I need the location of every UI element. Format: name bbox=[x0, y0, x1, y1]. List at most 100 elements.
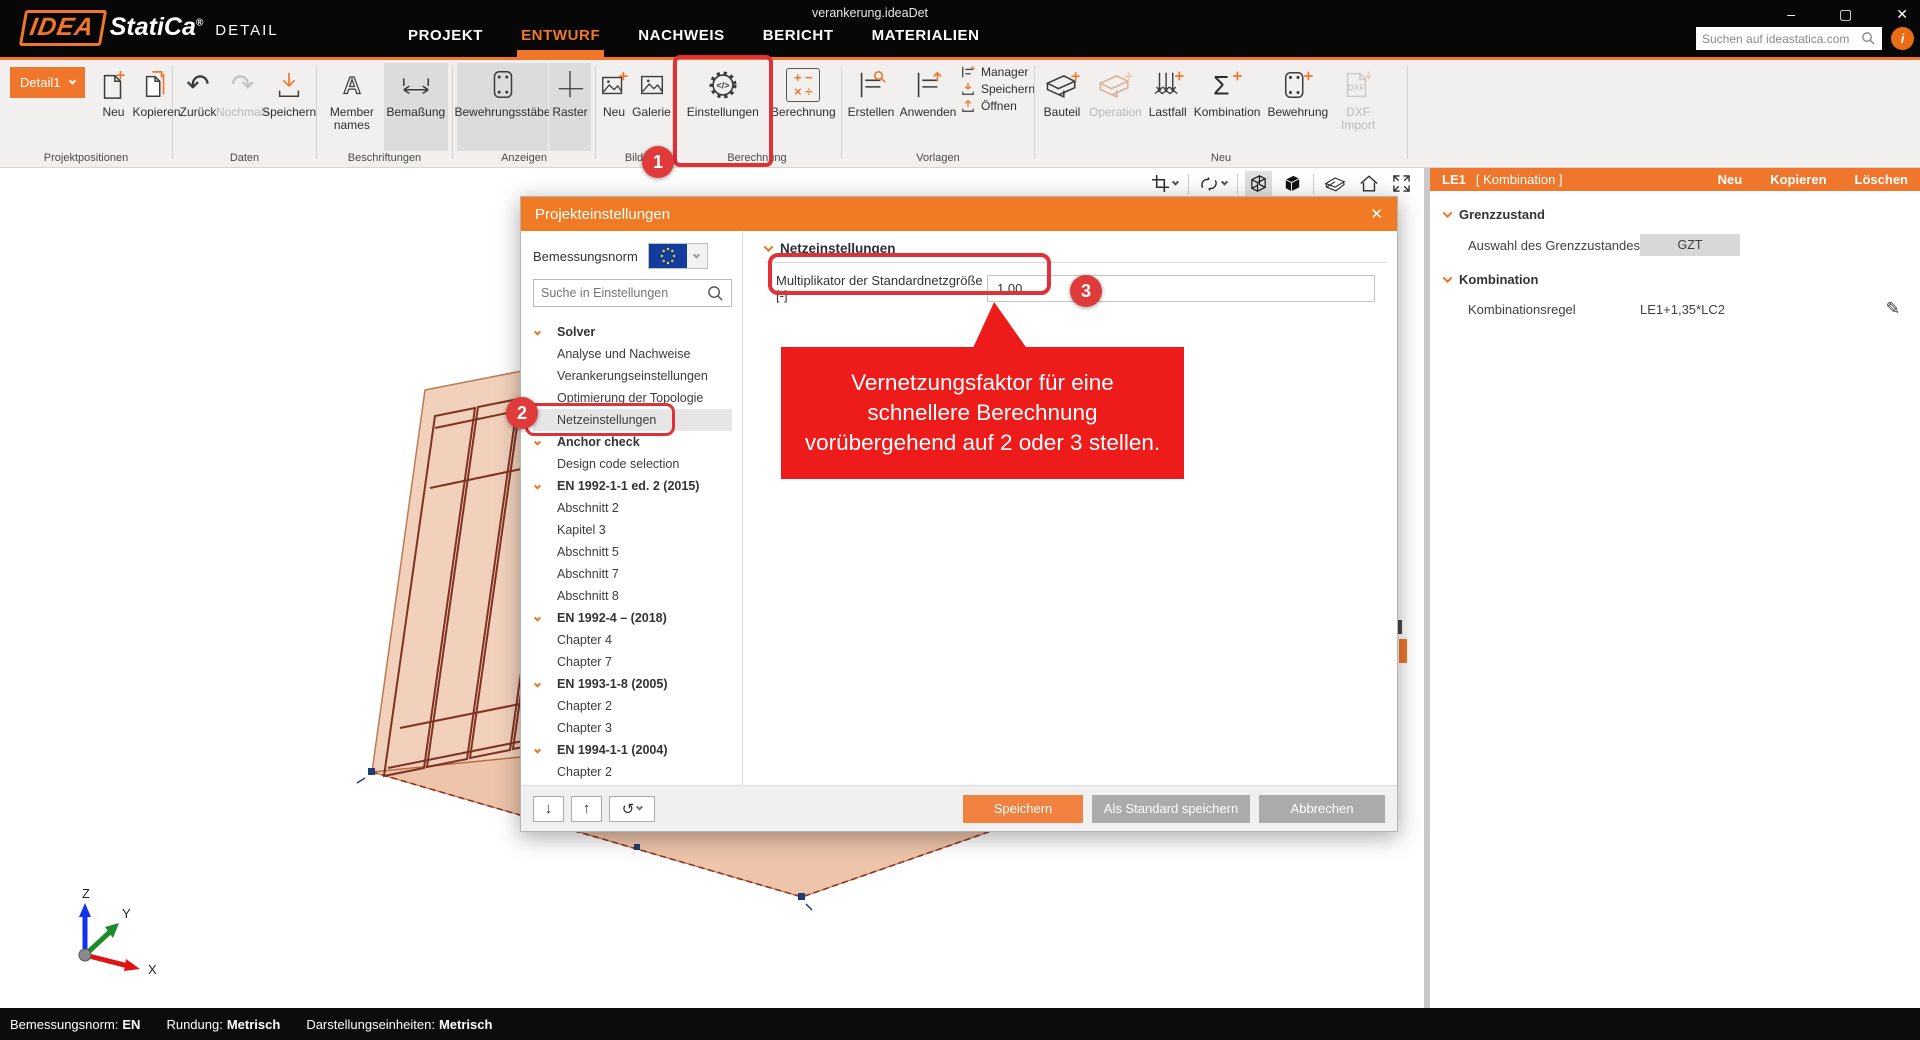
new-member-button[interactable]: Bauteil bbox=[1039, 63, 1085, 151]
web-search-box[interactable] bbox=[1696, 27, 1882, 50]
solid-view-button[interactable] bbox=[1279, 171, 1306, 196]
save-button[interactable]: Speichern bbox=[266, 63, 312, 151]
dxf-import-button: DXF DXF Import bbox=[1332, 63, 1384, 151]
load-case-copy-button[interactable]: Kopieren bbox=[1770, 172, 1826, 187]
dialog-save-button[interactable]: Speichern bbox=[963, 795, 1083, 823]
settings-search-box[interactable] bbox=[533, 279, 732, 307]
tree-item[interactable]: Kapitel 3 bbox=[533, 519, 732, 541]
dialog-left-pane: Bemessungsnorm SolverAnalyse und Nachwei… bbox=[521, 231, 743, 785]
new-picture-button[interactable]: Neu bbox=[597, 63, 631, 151]
new-load-case-button[interactable]: Lastfall bbox=[1146, 63, 1190, 151]
settings-search-input[interactable] bbox=[541, 286, 707, 300]
svg-text:A: A bbox=[343, 72, 361, 99]
menu-entwurf[interactable]: ENTWURF bbox=[521, 27, 600, 54]
member-names-toggle[interactable]: A Member names bbox=[321, 63, 383, 151]
menu-bericht[interactable]: BERICHT bbox=[763, 27, 834, 54]
tree-item[interactable]: Chapter 2 bbox=[533, 695, 732, 717]
reset-button[interactable]: ↺ bbox=[609, 796, 655, 822]
tree-item[interactable]: Abschnitt 8 bbox=[533, 585, 732, 607]
template-open-button[interactable]: Öffnen bbox=[960, 99, 1035, 113]
crop-tool-button[interactable] bbox=[1148, 172, 1181, 195]
web-search-input[interactable] bbox=[1702, 32, 1861, 46]
tree-item[interactable]: Chapter 2 bbox=[533, 761, 732, 783]
rebar-display-toggle[interactable]: Bewehrungsstäbe bbox=[457, 63, 548, 151]
ribbon-group-anzeigen: Bewehrungsstäbe Raster Anzeigen bbox=[453, 60, 595, 167]
calculate-button[interactable]: + −× ÷ Berechnung bbox=[770, 63, 837, 151]
section-view-button[interactable] bbox=[1321, 173, 1349, 194]
template-manager-button[interactable]: Manager bbox=[960, 65, 1035, 79]
close-button[interactable]: ✕ bbox=[1896, 6, 1908, 23]
template-apply-button[interactable]: Anwenden bbox=[899, 63, 957, 151]
dialog-cancel-button[interactable]: Abbrechen bbox=[1259, 795, 1385, 823]
tree-item[interactable]: EN 1992-1-1 ed. 2 (2015) bbox=[533, 475, 732, 497]
grid-toggle[interactable]: Raster bbox=[549, 63, 591, 151]
load-case-new-button[interactable]: Neu bbox=[1718, 172, 1743, 187]
restore-button[interactable]: ▢ bbox=[1839, 6, 1852, 23]
redo-icon: ↷ bbox=[231, 64, 254, 106]
chevron-down-icon bbox=[693, 251, 700, 258]
tree-item[interactable]: EN 1993-1-8 (2005) bbox=[533, 673, 732, 695]
template-search-icon bbox=[855, 64, 887, 106]
tree-item[interactable]: Solver bbox=[533, 321, 732, 343]
tree-item[interactable]: Abschnitt 2 bbox=[533, 497, 732, 519]
tree-item[interactable]: Optimierung der Topologie bbox=[533, 387, 732, 409]
titlebar: IDEA StatiCa® DETAIL verankerung.ideaDet… bbox=[0, 0, 1920, 57]
tree-item[interactable]: Anchor check bbox=[533, 431, 732, 453]
edit-pencil-icon[interactable]: ✎ bbox=[1886, 299, 1900, 319]
tree-item[interactable]: EN 1992-4 – (2018) bbox=[533, 607, 732, 629]
tree-item[interactable]: Chapter 3 bbox=[533, 717, 732, 739]
new-operation-button: Operation bbox=[1086, 63, 1145, 151]
limit-state-value-button[interactable]: GZT bbox=[1640, 234, 1740, 256]
menu-projekt[interactable]: PROJEKT bbox=[408, 27, 483, 54]
template-create-button[interactable]: Erstellen bbox=[844, 63, 898, 151]
settings-button[interactable]: 1 </> Einstellungen bbox=[677, 63, 769, 151]
tree-item[interactable]: Abschnitt 5 bbox=[533, 541, 732, 563]
wireframe-view-button[interactable] bbox=[1245, 171, 1272, 196]
new-combination-button[interactable]: Σ Kombination bbox=[1191, 63, 1264, 151]
load-arrows-icon bbox=[1150, 64, 1186, 106]
info-button[interactable]: i bbox=[1891, 27, 1914, 50]
mesh-multiplier-input[interactable] bbox=[987, 275, 1375, 302]
tree-item[interactable]: EN 1994-1-1 (2004) bbox=[533, 739, 732, 761]
tree-item[interactable]: Chapter 4 bbox=[533, 629, 732, 651]
tree-item[interactable]: Design code selection bbox=[533, 453, 732, 475]
dialog-close-button[interactable]: ✕ bbox=[1370, 205, 1383, 223]
design-code-dropdown[interactable] bbox=[648, 243, 708, 269]
solid-cube-icon bbox=[1282, 173, 1303, 194]
dialog-titlebar[interactable]: Projekteinstellungen ✕ bbox=[521, 197, 1397, 231]
chevron-down-icon bbox=[535, 479, 540, 493]
move-up-button[interactable]: ↑ bbox=[571, 796, 602, 822]
combination-section-header[interactable]: Kombination bbox=[1444, 272, 1906, 287]
undo-button[interactable]: ↶ Zurück bbox=[177, 63, 219, 151]
settings-gear-icon: </> bbox=[705, 64, 741, 106]
mesh-settings-header[interactable]: Netzeinstellungen bbox=[765, 241, 1387, 263]
save-as-default-button[interactable]: Als Standard speichern bbox=[1092, 795, 1250, 823]
gallery-button[interactable]: Galerie bbox=[632, 63, 671, 151]
home-view-button[interactable] bbox=[1356, 172, 1382, 195]
dialog-footer: ↓ ↑ ↺ Speichern Als Standard speichern A… bbox=[521, 785, 1397, 831]
move-down-button[interactable]: ↓ bbox=[533, 796, 564, 822]
annotation-callout: Vernetzungsfaktor für eine schnellere Be… bbox=[781, 347, 1184, 479]
rotate-view-button[interactable] bbox=[1196, 173, 1230, 195]
tree-item[interactable]: Verankerungseinstellungen bbox=[533, 365, 732, 387]
chevron-down-icon bbox=[1221, 179, 1228, 186]
tree-item[interactable]: Analyse und Nachweise bbox=[533, 343, 732, 365]
tree-item[interactable]: Abschnitt 7 bbox=[533, 563, 732, 585]
copy-project-item-button[interactable]: Kopieren bbox=[135, 63, 177, 151]
zoom-fit-button[interactable] bbox=[1389, 172, 1414, 195]
load-case-delete-button[interactable]: Löschen bbox=[1855, 172, 1908, 187]
menu-nachweis[interactable]: NACHWEIS bbox=[638, 27, 724, 54]
template-save-button[interactable]: Speichern bbox=[960, 82, 1035, 96]
new-project-item-button[interactable]: Neu bbox=[92, 63, 134, 151]
detail-selector-button[interactable]: Detail1 bbox=[10, 67, 85, 98]
redo-button: ↷ Nochmals bbox=[220, 63, 265, 151]
tree-item[interactable]: Chapter 7 bbox=[533, 651, 732, 673]
limit-state-section: Grenzzustand Auswahl des Grenzzustandes … bbox=[1444, 207, 1906, 256]
menu-materialien[interactable]: MATERIALIEN bbox=[872, 27, 980, 54]
new-reinforcement-button[interactable]: Bewehrung bbox=[1264, 63, 1331, 151]
limit-state-section-header[interactable]: Grenzzustand bbox=[1444, 207, 1906, 222]
minimize-button[interactable]: – bbox=[1787, 6, 1795, 23]
expand-arrows-icon bbox=[1392, 174, 1411, 193]
dimension-toggle[interactable]: Bemaßung bbox=[384, 63, 448, 151]
tree-item[interactable]: Netzeinstellungen bbox=[533, 409, 732, 431]
